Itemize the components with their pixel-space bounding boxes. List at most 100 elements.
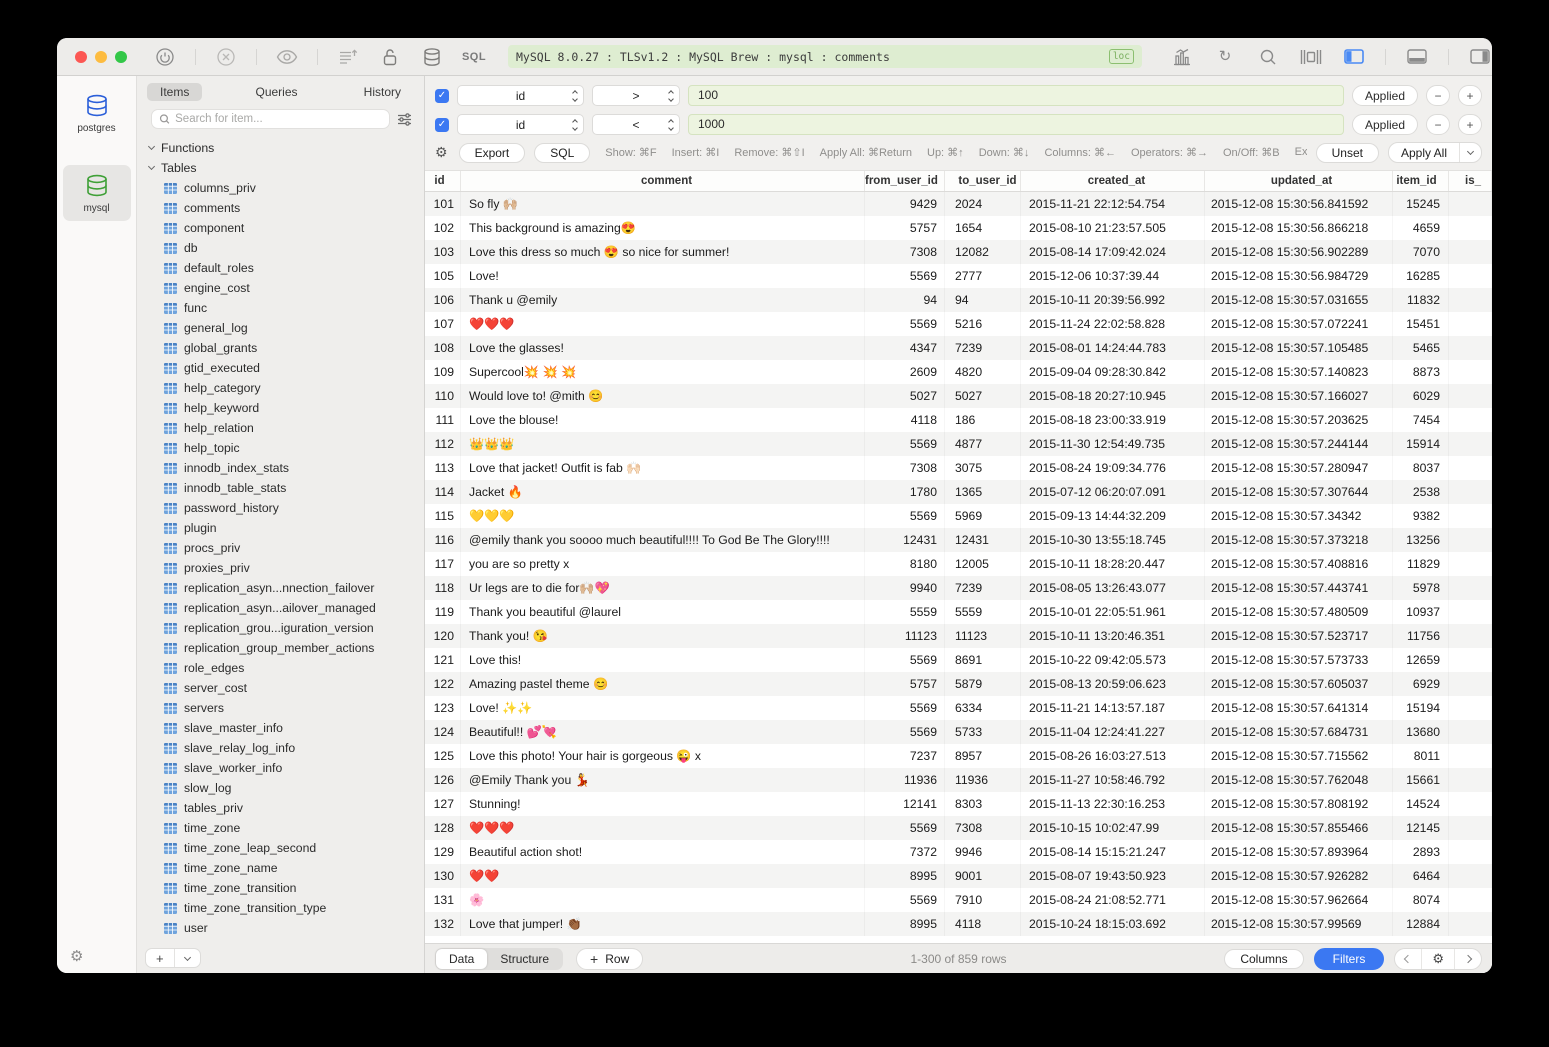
table-row[interactable]: 114 Jacket 🔥 1780 1365 2015-07-12 06:20:…: [425, 480, 1492, 504]
cell-created-at[interactable]: 2015-09-13 14:44:32.209: [1021, 504, 1205, 528]
cell-from-user-id[interactable]: 11123: [865, 624, 945, 648]
group-tables[interactable]: Tables: [137, 158, 424, 178]
cell-created-at[interactable]: 2015-11-30 12:54:49.735: [1021, 432, 1205, 456]
cell-to-user-id[interactable]: 12082: [945, 240, 1021, 264]
add-item-dropdown[interactable]: [175, 949, 200, 967]
cell-comment[interactable]: Beautiful!! 💕💘: [461, 720, 865, 744]
cell-comment[interactable]: Love this!: [461, 648, 865, 672]
sidebar-table-item[interactable]: help_category: [137, 378, 424, 398]
cell-updated-at[interactable]: 2015-12-08 15:30:57.808192: [1205, 792, 1393, 816]
cell-updated-at[interactable]: 2015-12-08 15:30:57.166027: [1205, 384, 1393, 408]
cell-is[interactable]: [1449, 672, 1492, 696]
cell-updated-at[interactable]: 2015-12-08 15:30:57.072241: [1205, 312, 1393, 336]
cell-is[interactable]: [1449, 768, 1492, 792]
cell-to-user-id[interactable]: 4118: [945, 912, 1021, 936]
filter-value-input[interactable]: 1000: [688, 114, 1344, 135]
cell-item-id[interactable]: 11832: [1393, 288, 1449, 312]
sidebar-table-item[interactable]: role_edges: [137, 658, 424, 678]
sidebar-table-item[interactable]: time_zone_transition: [137, 878, 424, 898]
cell-from-user-id[interactable]: 2609: [865, 360, 945, 384]
cell-from-user-id[interactable]: 5569: [865, 504, 945, 528]
cell-id[interactable]: 120: [425, 624, 461, 648]
cell-updated-at[interactable]: 2015-12-08 15:30:57.762048: [1205, 768, 1393, 792]
table-row[interactable]: 113 Love that jacket! Outfit is fab 🙌🏻 7…: [425, 456, 1492, 480]
sidebar-table-item[interactable]: plugin: [137, 518, 424, 538]
cell-id[interactable]: 106: [425, 288, 461, 312]
cell-from-user-id[interactable]: 5569: [865, 648, 945, 672]
cell-to-user-id[interactable]: 8691: [945, 648, 1021, 672]
sidebar-table-item[interactable]: db: [137, 238, 424, 258]
cell-is[interactable]: [1449, 888, 1492, 912]
cell-to-user-id[interactable]: 7239: [945, 336, 1021, 360]
cell-to-user-id[interactable]: 1654: [945, 216, 1021, 240]
cell-item-id[interactable]: 8011: [1393, 744, 1449, 768]
unset-button[interactable]: Unset: [1316, 143, 1379, 163]
sidebar-table-item[interactable]: replication_asyn...ailover_managed: [137, 598, 424, 618]
cell-is[interactable]: [1449, 720, 1492, 744]
cell-is[interactable]: [1449, 384, 1492, 408]
cell-updated-at[interactable]: 2015-12-08 15:30:57.855466: [1205, 816, 1393, 840]
cell-to-user-id[interactable]: 8303: [945, 792, 1021, 816]
connection-icon[interactable]: [153, 45, 177, 69]
sidebar-table-item[interactable]: time_zone: [137, 818, 424, 838]
cell-from-user-id[interactable]: 7308: [865, 240, 945, 264]
cell-created-at[interactable]: 2015-10-01 22:05:51.961: [1021, 600, 1205, 624]
cell-created-at[interactable]: 2015-10-11 18:28:20.447: [1021, 552, 1205, 576]
cell-item-id[interactable]: 15451: [1393, 312, 1449, 336]
cell-to-user-id[interactable]: 7910: [945, 888, 1021, 912]
sql-editor-icon[interactable]: SQL: [462, 45, 486, 69]
settings-gear-icon[interactable]: ⚙: [70, 947, 83, 965]
cell-to-user-id[interactable]: 186: [945, 408, 1021, 432]
cell-is[interactable]: [1449, 312, 1492, 336]
table-row[interactable]: 129 Beautiful action shot! 7372 9946 201…: [425, 840, 1492, 864]
preview-eye-icon[interactable]: [275, 45, 299, 69]
table-row[interactable]: 125 Love this photo! Your hair is gorgeo…: [425, 744, 1492, 768]
toggle-left-sidebar-icon[interactable]: [1342, 45, 1366, 69]
cell-to-user-id[interactable]: 12431: [945, 528, 1021, 552]
cell-is[interactable]: [1449, 816, 1492, 840]
cell-id[interactable]: 118: [425, 576, 461, 600]
sidebar-table-item[interactable]: proxies_priv: [137, 558, 424, 578]
cell-is[interactable]: [1449, 336, 1492, 360]
cell-updated-at[interactable]: 2015-12-08 15:30:57.715562: [1205, 744, 1393, 768]
filter-operator-select[interactable]: <: [592, 114, 680, 135]
cell-created-at[interactable]: 2015-11-27 10:58:46.792: [1021, 768, 1205, 792]
cell-item-id[interactable]: 5465: [1393, 336, 1449, 360]
sidebar-table-item[interactable]: slave_worker_info: [137, 758, 424, 778]
cell-comment[interactable]: Love the blouse!: [461, 408, 865, 432]
cell-created-at[interactable]: 2015-11-24 22:02:58.828: [1021, 312, 1205, 336]
filter-column-select[interactable]: id: [457, 114, 584, 135]
cell-id[interactable]: 119: [425, 600, 461, 624]
cell-to-user-id[interactable]: 5027: [945, 384, 1021, 408]
cell-id[interactable]: 108: [425, 336, 461, 360]
cell-is[interactable]: [1449, 648, 1492, 672]
cell-from-user-id[interactable]: 7237: [865, 744, 945, 768]
cell-item-id[interactable]: 13680: [1393, 720, 1449, 744]
cell-from-user-id[interactable]: 12431: [865, 528, 945, 552]
cell-id[interactable]: 123: [425, 696, 461, 720]
cell-comment[interactable]: Thank u @emily: [461, 288, 865, 312]
cell-comment[interactable]: Thank you! 😘: [461, 624, 865, 648]
cell-from-user-id[interactable]: 7372: [865, 840, 945, 864]
commit-list-icon[interactable]: [336, 45, 360, 69]
lock-icon[interactable]: [378, 45, 402, 69]
filter-enabled-checkbox[interactable]: ✓: [435, 89, 449, 103]
cell-created-at[interactable]: 2015-08-24 19:09:34.776: [1021, 456, 1205, 480]
cell-from-user-id[interactable]: 1780: [865, 480, 945, 504]
cell-id[interactable]: 131: [425, 888, 461, 912]
close-window-button[interactable]: [75, 51, 87, 63]
filter-operator-select[interactable]: >: [592, 85, 680, 106]
cell-created-at[interactable]: 2015-11-21 22:12:54.754: [1021, 192, 1205, 216]
sidebar-table-item[interactable]: comments: [137, 198, 424, 218]
table-row[interactable]: 116 @emily thank you soooo much beautifu…: [425, 528, 1492, 552]
sidebar-table-item[interactable]: engine_cost: [137, 278, 424, 298]
cell-comment[interactable]: 👑👑👑: [461, 432, 865, 456]
cell-is[interactable]: [1449, 696, 1492, 720]
table-row[interactable]: 101 So fly 🙌🏼 9429 2024 2015-11-21 22:12…: [425, 192, 1492, 216]
table-row[interactable]: 108 Love the glasses! 4347 7239 2015-08-…: [425, 336, 1492, 360]
tab-structure[interactable]: Structure: [487, 949, 562, 969]
filter-enabled-checkbox[interactable]: ✓: [435, 118, 449, 132]
cell-from-user-id[interactable]: 9940: [865, 576, 945, 600]
cell-to-user-id[interactable]: 5216: [945, 312, 1021, 336]
cell-is[interactable]: [1449, 480, 1492, 504]
